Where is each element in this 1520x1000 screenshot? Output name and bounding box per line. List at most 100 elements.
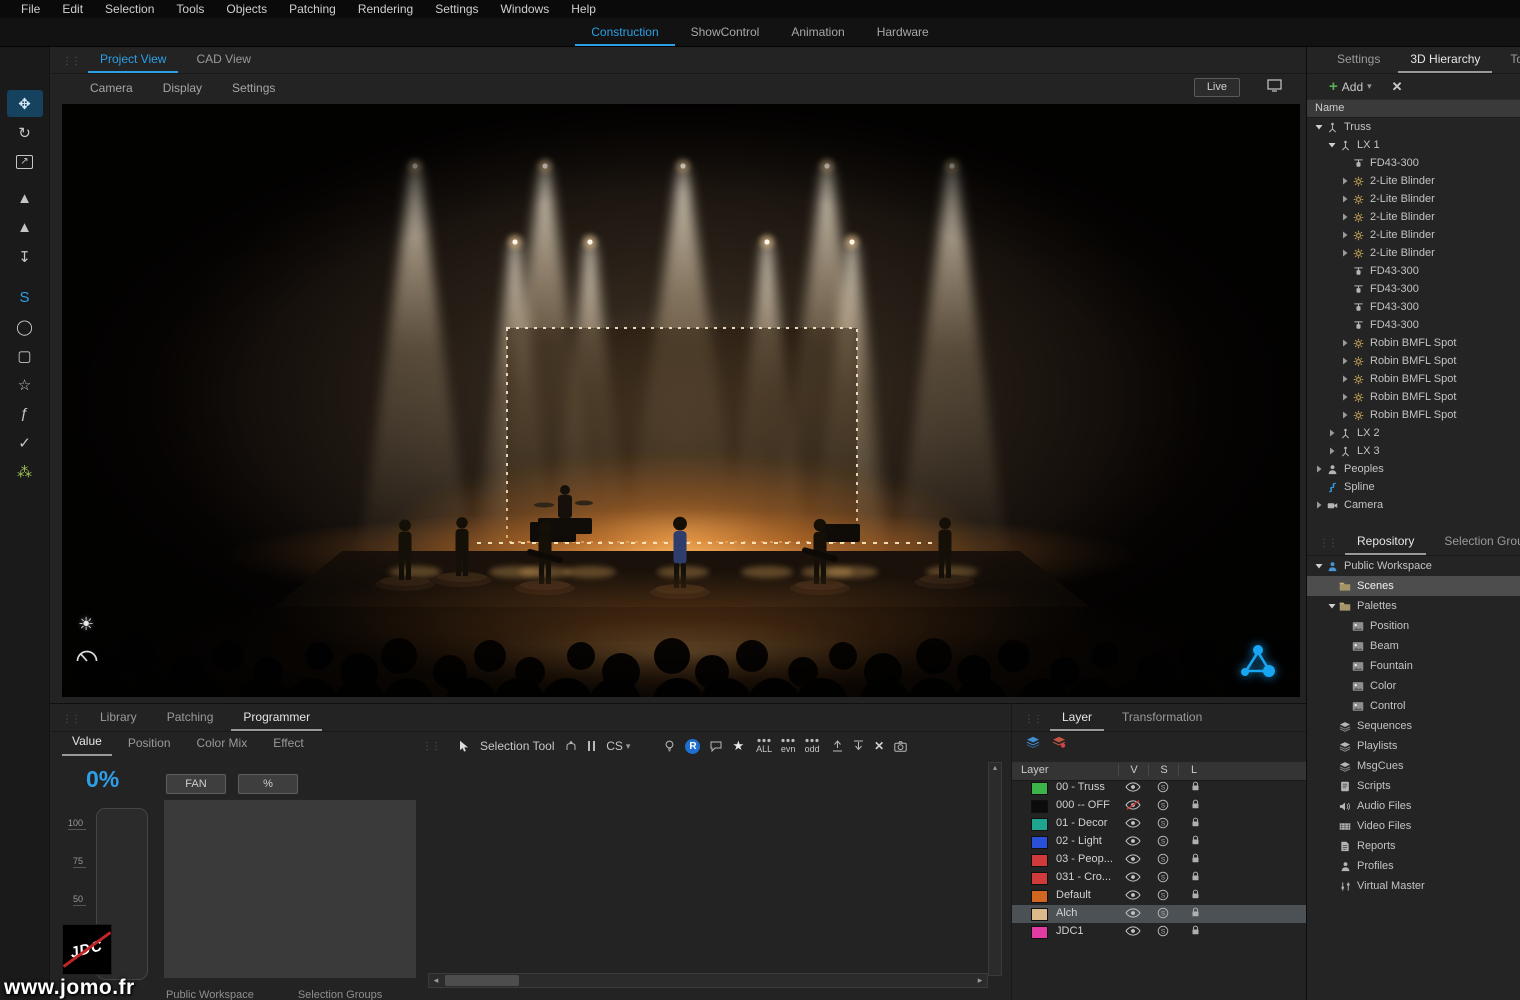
- menu-edit[interactable]: Edit: [51, 1, 94, 17]
- encoder-area[interactable]: [164, 800, 416, 978]
- chevron-right-icon[interactable]: [1339, 375, 1350, 383]
- rectangle-tool[interactable]: ▢: [7, 342, 43, 369]
- circle-tool[interactable]: ◯: [7, 313, 43, 340]
- mode-tab-showcontrol[interactable]: ShowControl: [675, 20, 776, 46]
- highlight-fixture-icon[interactable]: [664, 740, 675, 752]
- menu-windows[interactable]: Windows: [490, 1, 561, 17]
- fixture-callout-icon[interactable]: [710, 741, 722, 752]
- layer-color-swatch[interactable]: [1031, 782, 1048, 795]
- layer-row-default[interactable]: DefaultS: [1012, 887, 1306, 905]
- orbit-tool[interactable]: ↻: [7, 119, 43, 146]
- panel-grip-icon[interactable]: ⋮⋮: [62, 56, 80, 67]
- view-menu-display[interactable]: Display: [151, 81, 214, 95]
- prog-subtab-value[interactable]: Value: [62, 730, 112, 756]
- view-tab-cad-view[interactable]: CAD View: [184, 47, 262, 73]
- chevron-down-icon[interactable]: [1313, 562, 1324, 570]
- terrain-raise-tool[interactable]: ▲: [7, 185, 43, 212]
- layer-row-alch[interactable]: AlchS: [1012, 905, 1306, 923]
- lock-icon[interactable]: [1180, 781, 1210, 795]
- solo-icon[interactable]: S: [1148, 799, 1178, 814]
- panel-tab-3d-hierarchy[interactable]: 3D Hierarchy: [1398, 47, 1492, 73]
- vector-check-tool[interactable]: ✓: [7, 429, 43, 456]
- repository-item-fountain[interactable]: Fountain: [1307, 656, 1520, 676]
- scroll-right-icon[interactable]: ▸: [973, 975, 987, 986]
- repository-item-reports[interactable]: Reports: [1307, 836, 1520, 856]
- menu-patching[interactable]: Patching: [278, 1, 347, 17]
- pivot-gizmo-icon[interactable]: [1236, 640, 1280, 685]
- visibility-eye-icon[interactable]: [1118, 817, 1148, 831]
- move-tool[interactable]: ✥: [7, 90, 43, 117]
- hierarchy-item-robin-bmfl-spot[interactable]: Robin BMFL Spot: [1307, 334, 1520, 352]
- hierarchy-item-robin-bmfl-spot[interactable]: Robin BMFL Spot: [1307, 370, 1520, 388]
- menu-selection[interactable]: Selection: [94, 1, 165, 17]
- layer-color-swatch[interactable]: [1031, 872, 1048, 885]
- select-top-icon[interactable]: [832, 740, 843, 752]
- solo-icon[interactable]: S: [1148, 835, 1178, 850]
- render-mode-icon[interactable]: R: [685, 739, 700, 754]
- scroll-thumb[interactable]: [445, 975, 519, 986]
- lock-icon[interactable]: [1180, 799, 1210, 813]
- panel-tab-settings[interactable]: Settings: [1325, 47, 1392, 73]
- hierarchy-item-fd43-300[interactable]: FD43-300: [1307, 316, 1520, 334]
- repository-item-position[interactable]: Position: [1307, 616, 1520, 636]
- view-menu-settings[interactable]: Settings: [220, 81, 287, 95]
- menu-settings[interactable]: Settings: [424, 1, 489, 17]
- prog-subtab-color-mix[interactable]: Color Mix: [187, 732, 258, 756]
- fan-button[interactable]: FAN: [166, 774, 226, 794]
- repository-item-public-workspace[interactable]: Public Workspace: [1307, 556, 1520, 576]
- repository-item-control[interactable]: Control: [1307, 696, 1520, 716]
- lock-icon[interactable]: [1180, 889, 1210, 903]
- menu-help[interactable]: Help: [560, 1, 607, 17]
- solo-icon[interactable]: S: [1148, 907, 1178, 922]
- visibility-eye-icon[interactable]: [1118, 871, 1148, 885]
- repository-item-virtual-master[interactable]: Virtual Master: [1307, 876, 1520, 896]
- menu-tools[interactable]: Tools: [165, 1, 215, 17]
- chevron-right-icon[interactable]: [1313, 501, 1324, 509]
- hierarchy-item-peoples[interactable]: Peoples: [1307, 460, 1520, 478]
- hierarchy-item-robin-bmfl-spot[interactable]: Robin BMFL Spot: [1307, 406, 1520, 424]
- function-curve-tool[interactable]: ƒ: [7, 400, 43, 427]
- toolbar-grip-icon[interactable]: ⋮⋮: [422, 741, 440, 752]
- cs-dropdown[interactable]: CS▾: [606, 739, 630, 753]
- select-bottom-icon[interactable]: [853, 740, 864, 752]
- view-tab-project-view[interactable]: Project View: [88, 47, 178, 73]
- hierarchy-item-lx-2[interactable]: LX 2: [1307, 424, 1520, 442]
- mode-tab-animation[interactable]: Animation: [775, 20, 860, 46]
- star-tool[interactable]: ☆: [7, 371, 43, 398]
- repository-item-color[interactable]: Color: [1307, 676, 1520, 696]
- selection-cursor-icon[interactable]: [458, 740, 470, 753]
- lock-icon[interactable]: [1180, 853, 1210, 867]
- hierarchy-item-fd43-300[interactable]: FD43-300: [1307, 262, 1520, 280]
- chevron-right-icon[interactable]: [1339, 411, 1350, 419]
- visibility-eye-icon[interactable]: [1118, 907, 1148, 921]
- mode-tab-construction[interactable]: Construction: [575, 20, 674, 46]
- brightness-icon[interactable]: ☀: [78, 614, 94, 635]
- solo-icon[interactable]: S: [1148, 853, 1178, 868]
- repository-item-playlists[interactable]: Playlists: [1307, 736, 1520, 756]
- hierarchy-item-2-lite-blinder[interactable]: 2-Lite Blinder: [1307, 226, 1520, 244]
- chevron-down-icon[interactable]: [1326, 141, 1337, 149]
- selection-tool-label[interactable]: Selection Tool: [480, 739, 555, 753]
- repository-item-audio-files[interactable]: Audio Files: [1307, 796, 1520, 816]
- visibility-eye-icon[interactable]: [1118, 835, 1148, 849]
- hierarchy-item-robin-bmfl-spot[interactable]: Robin BMFL Spot: [1307, 388, 1520, 406]
- prog-subtab-position[interactable]: Position: [118, 732, 181, 756]
- chevron-right-icon[interactable]: [1339, 177, 1350, 185]
- lock-icon[interactable]: [1180, 907, 1210, 921]
- delete-icon[interactable]: ✕: [1392, 79, 1403, 95]
- panel-grip-icon[interactable]: ⋮⋮: [1024, 714, 1042, 725]
- panel-grip-icon[interactable]: ⋮⋮: [1319, 538, 1337, 549]
- pause-icon[interactable]: [587, 741, 597, 751]
- layer-row-00-truss[interactable]: 00 - TrussS: [1012, 779, 1306, 797]
- layer-row-jdc1[interactable]: JDC1S: [1012, 923, 1306, 941]
- prog-tab-library[interactable]: Library: [88, 705, 149, 731]
- hierarchy-item-2-lite-blinder[interactable]: 2-Lite Blinder: [1307, 244, 1520, 262]
- layers-stack-icon[interactable]: [1026, 736, 1040, 751]
- chevron-right-icon[interactable]: [1339, 195, 1350, 203]
- repository-item-profiles[interactable]: Profiles: [1307, 856, 1520, 876]
- hierarchy-item-spline[interactable]: Spline: [1307, 478, 1520, 496]
- hierarchy-item-lx-3[interactable]: LX 3: [1307, 442, 1520, 460]
- layer-row-01-decor[interactable]: 01 - DecorS: [1012, 815, 1306, 833]
- chevron-down-icon[interactable]: [1326, 602, 1337, 610]
- prog-tab-programmer[interactable]: Programmer: [231, 705, 322, 731]
